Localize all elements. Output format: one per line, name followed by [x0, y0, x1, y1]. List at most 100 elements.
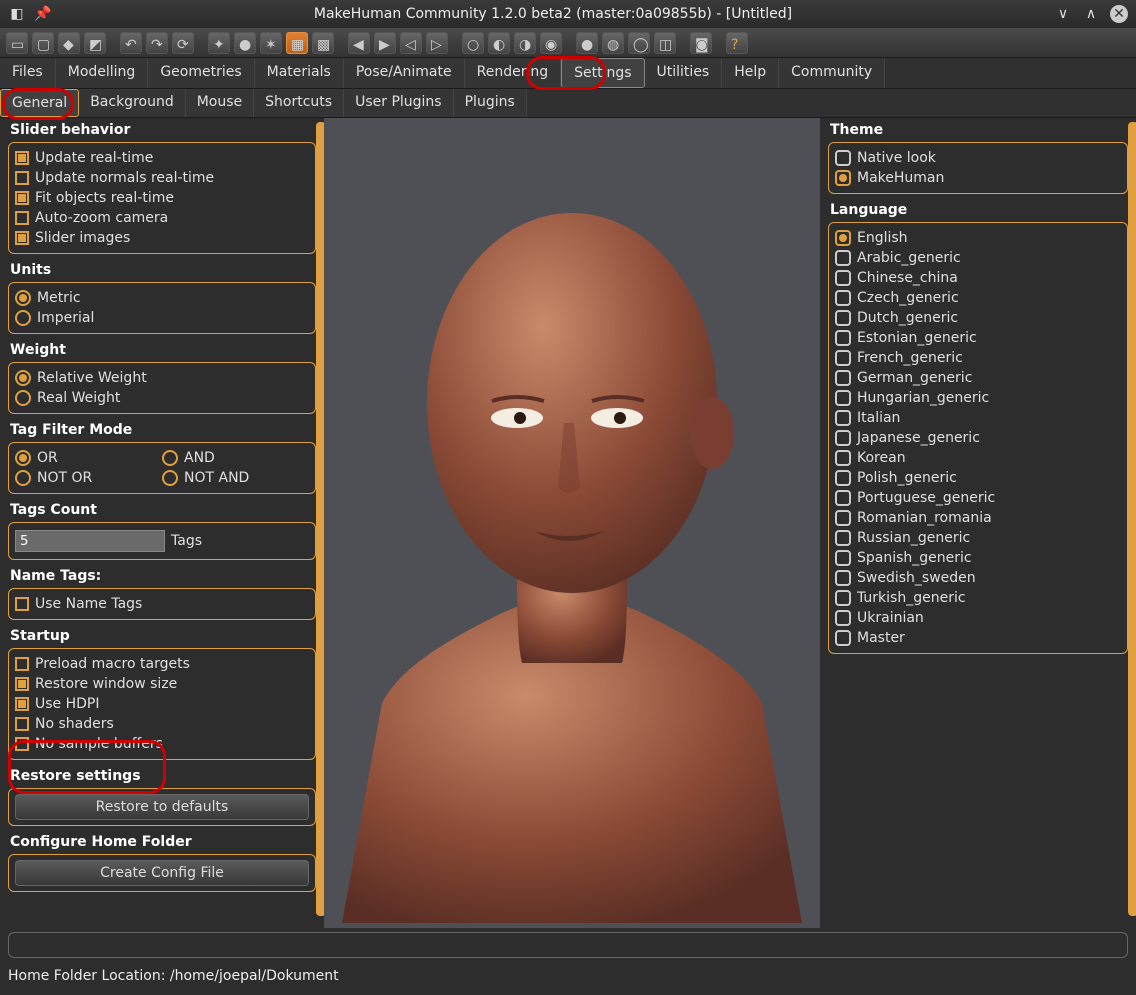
- option-row[interactable]: German_generic: [835, 368, 1121, 388]
- sphere1-icon[interactable]: ○: [462, 32, 484, 54]
- symm-r2-icon[interactable]: ▷: [426, 32, 448, 54]
- radio-icon[interactable]: [835, 390, 851, 406]
- checkbox-icon[interactable]: [15, 737, 29, 751]
- radio-icon[interactable]: [835, 370, 851, 386]
- menu-rendering[interactable]: Rendering: [465, 58, 562, 88]
- option-row[interactable]: Relative Weight: [15, 368, 309, 388]
- option-row[interactable]: Polish_generic: [835, 468, 1121, 488]
- option-row[interactable]: Imperial: [15, 308, 309, 328]
- tab-background[interactable]: Background: [79, 89, 186, 117]
- app-icon[interactable]: ◧: [8, 5, 26, 23]
- radio-icon[interactable]: [835, 290, 851, 306]
- option-row[interactable]: Preload macro targets: [15, 654, 309, 674]
- radio-icon[interactable]: [835, 490, 851, 506]
- sphere5-icon[interactable]: ●: [576, 32, 598, 54]
- radio-icon[interactable]: [835, 430, 851, 446]
- pose-icon[interactable]: ✶: [260, 32, 282, 54]
- option-row[interactable]: Swedish_sweden: [835, 568, 1121, 588]
- help-icon[interactable]: ?: [726, 32, 748, 54]
- symm-r-icon[interactable]: ▶: [374, 32, 396, 54]
- radio-icon[interactable]: [835, 590, 851, 606]
- checkbox-icon[interactable]: [15, 211, 29, 225]
- radio-icon[interactable]: [15, 310, 31, 326]
- option-row[interactable]: Romanian_romania: [835, 508, 1121, 528]
- checkbox-icon[interactable]: [15, 597, 29, 611]
- sphere2-icon[interactable]: ◐: [488, 32, 510, 54]
- close-icon[interactable]: ✕: [1110, 5, 1128, 23]
- option-row[interactable]: Auto-zoom camera: [15, 208, 309, 228]
- radio-icon[interactable]: [162, 470, 178, 486]
- option-row[interactable]: Russian_generic: [835, 528, 1121, 548]
- radio-icon[interactable]: [15, 390, 31, 406]
- radio-icon[interactable]: [835, 410, 851, 426]
- option-row[interactable]: Japanese_generic: [835, 428, 1121, 448]
- checker-icon[interactable]: ▩: [312, 32, 334, 54]
- option-row[interactable]: Korean: [835, 448, 1121, 468]
- option-row[interactable]: Master: [835, 628, 1121, 648]
- camera-icon[interactable]: ✦: [208, 32, 230, 54]
- radio-icon[interactable]: [835, 230, 851, 246]
- symm-l2-icon[interactable]: ◁: [400, 32, 422, 54]
- loop-icon[interactable]: ◯: [628, 32, 650, 54]
- tab-mouse[interactable]: Mouse: [186, 89, 254, 117]
- option-row[interactable]: Arabic_generic: [835, 248, 1121, 268]
- left-scrollbar[interactable]: [316, 122, 324, 916]
- tab-general[interactable]: General: [0, 89, 79, 117]
- muscle-icon[interactable]: ◍: [602, 32, 624, 54]
- 3d-viewport[interactable]: [324, 118, 820, 928]
- radio-icon[interactable]: [15, 290, 31, 306]
- radio-icon[interactable]: [835, 310, 851, 326]
- option-row[interactable]: Restore window size: [15, 674, 309, 694]
- reset-icon[interactable]: ⟳: [172, 32, 194, 54]
- option-row[interactable]: Update normals real-time: [15, 168, 309, 188]
- option-row[interactable]: Chinese_china: [835, 268, 1121, 288]
- option-row[interactable]: MakeHuman: [835, 168, 1121, 188]
- tab-user-plugins[interactable]: User Plugins: [344, 89, 454, 117]
- radio-icon[interactable]: [835, 350, 851, 366]
- menu-files[interactable]: Files: [0, 58, 56, 88]
- option-row[interactable]: Italian: [835, 408, 1121, 428]
- option-row[interactable]: Real Weight: [15, 388, 309, 408]
- checkbox-icon[interactable]: [15, 717, 29, 731]
- menu-materials[interactable]: Materials: [255, 58, 344, 88]
- option-row[interactable]: Czech_generic: [835, 288, 1121, 308]
- radio-icon[interactable]: [835, 170, 851, 186]
- option-row[interactable]: English: [835, 228, 1121, 248]
- sphere3-icon[interactable]: ◑: [514, 32, 536, 54]
- cube-icon[interactable]: ◫: [654, 32, 676, 54]
- option-row[interactable]: Slider images: [15, 228, 309, 248]
- menu-modelling[interactable]: Modelling: [56, 58, 149, 88]
- option-row[interactable]: OR: [15, 448, 162, 468]
- radio-icon[interactable]: [15, 450, 31, 466]
- radio-icon[interactable]: [835, 610, 851, 626]
- maximize-icon[interactable]: ∧: [1082, 5, 1100, 23]
- redo-icon[interactable]: ↷: [146, 32, 168, 54]
- option-row[interactable]: Estonian_generic: [835, 328, 1121, 348]
- option-row[interactable]: Hungarian_generic: [835, 388, 1121, 408]
- radio-icon[interactable]: [835, 270, 851, 286]
- menu-poseanimate[interactable]: Pose/Animate: [344, 58, 465, 88]
- radio-icon[interactable]: [15, 470, 31, 486]
- radio-icon[interactable]: [162, 450, 178, 466]
- option-row[interactable]: Ukrainian: [835, 608, 1121, 628]
- option-row[interactable]: No sample buffers: [15, 734, 309, 754]
- option-row[interactable]: NOT OR: [15, 468, 162, 488]
- radio-icon[interactable]: [835, 250, 851, 266]
- restore-defaults-button[interactable]: Restore to defaults: [15, 794, 309, 820]
- option-row[interactable]: AND: [162, 448, 309, 468]
- open-icon[interactable]: ▢: [32, 32, 54, 54]
- menu-utilities[interactable]: Utilities: [645, 58, 723, 88]
- radio-icon[interactable]: [15, 370, 31, 386]
- option-row[interactable]: Metric: [15, 288, 309, 308]
- checkbox-icon[interactable]: [15, 657, 29, 671]
- radio-icon[interactable]: [835, 550, 851, 566]
- export-icon[interactable]: ◩: [84, 32, 106, 54]
- radio-icon[interactable]: [835, 450, 851, 466]
- menu-community[interactable]: Community: [779, 58, 885, 88]
- globe-icon[interactable]: ●: [234, 32, 256, 54]
- checkbox-icon[interactable]: [15, 171, 29, 185]
- option-row[interactable]: Portuguese_generic: [835, 488, 1121, 508]
- checkbox-icon[interactable]: [15, 677, 29, 691]
- option-row[interactable]: Native look: [835, 148, 1121, 168]
- create-config-button[interactable]: Create Config File: [15, 860, 309, 886]
